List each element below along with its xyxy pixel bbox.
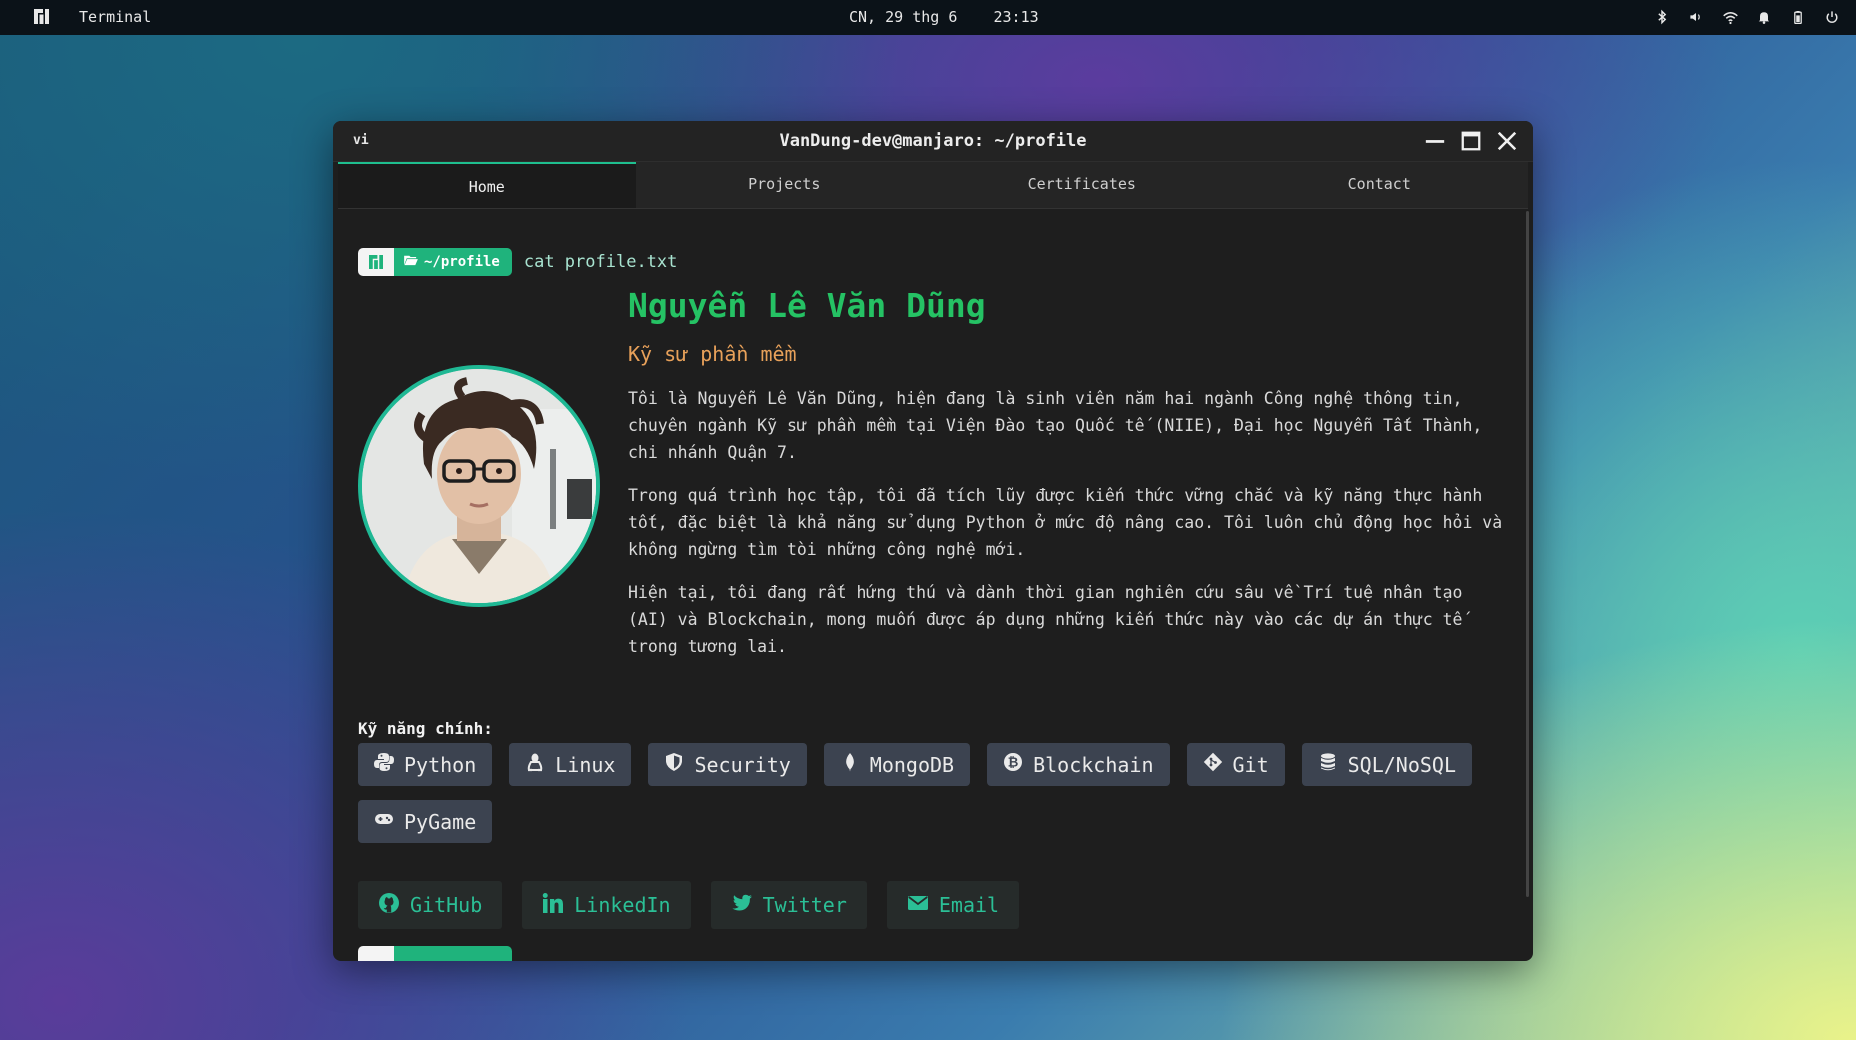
clock[interactable]: CN, 29 thg 6 23:13 (849, 8, 1039, 26)
linux-icon (525, 752, 545, 777)
prompt-logo-partial (358, 946, 394, 961)
volume-icon[interactable] (1686, 7, 1706, 27)
social-links: GitHub LinkedIn Twitter Email (358, 881, 1020, 929)
profile-name: Nguyễn Lê Văn Dũng (628, 286, 986, 325)
skill-chip-git[interactable]: Git (1186, 743, 1285, 786)
active-app-name[interactable]: Terminal (79, 8, 151, 26)
social-label: LinkedIn (574, 893, 671, 917)
bluetooth-icon[interactable] (1652, 7, 1672, 27)
linkedin-icon (542, 892, 564, 919)
manjaro-logo-icon[interactable] (34, 9, 49, 24)
skills-list: Python Linux Security MongoDB ₿ Blockcha… (358, 743, 1508, 843)
svg-text:₿: ₿ (1008, 756, 1019, 771)
profile-role: Kỹ sư phần mềm (628, 342, 797, 366)
prompt-path-text: ~/profile (424, 254, 500, 270)
tab-contact[interactable]: Contact (1231, 162, 1529, 208)
terminal-window: vi VanDung-dev@manjaro: ~/profile Home P… (333, 121, 1533, 961)
next-prompt-partial (358, 946, 512, 961)
git-icon (1203, 752, 1223, 777)
power-icon[interactable] (1822, 7, 1842, 27)
skill-label: PyGame (404, 809, 477, 834)
window-titlebar[interactable]: vi VanDung-dev@manjaro: ~/profile (333, 121, 1533, 162)
prompt-path-partial (394, 946, 512, 961)
system-tray (1652, 7, 1842, 27)
tab-certificates[interactable]: Certificates (933, 162, 1231, 208)
tab-bar: Home Projects Certificates Contact (338, 162, 1528, 209)
skill-chip-mongodb[interactable]: MongoDB (823, 743, 971, 786)
twitter-icon (731, 892, 753, 919)
skill-label: Security (694, 752, 791, 777)
profile-bio: Tôi là Nguyễn Lê Văn Dũng, hiện đang là … (628, 385, 1508, 676)
github-icon (378, 892, 400, 919)
prompt-path: ~/profile (394, 248, 512, 276)
social-label: Email (938, 893, 1000, 917)
skill-label: Blockchain (1033, 752, 1154, 777)
social-label: Twitter (762, 893, 847, 917)
linkedin-link[interactable]: LinkedIn (522, 881, 691, 929)
skill-chip-blockchain[interactable]: ₿ Blockchain (987, 743, 1170, 786)
maximize-icon[interactable] (1459, 129, 1483, 153)
prompt-command: cat profile.txt (523, 252, 678, 272)
envelope-icon (907, 892, 929, 919)
skill-label: Python (404, 752, 477, 777)
database-icon (1318, 752, 1338, 777)
skill-label: Git (1232, 752, 1269, 777)
battery-icon[interactable] (1788, 7, 1808, 27)
email-link[interactable]: Email (886, 881, 1020, 929)
skills-heading: Kỹ năng chính: (358, 719, 493, 738)
skill-chip-sql[interactable]: SQL/NoSQL (1301, 743, 1473, 786)
skill-label: MongoDB (869, 752, 955, 777)
twitter-link[interactable]: Twitter (710, 881, 867, 929)
shield-icon (664, 752, 684, 777)
profile-avatar (358, 365, 600, 607)
skill-label: Linux (555, 752, 616, 777)
skill-chip-security[interactable]: Security (648, 743, 807, 786)
bitcoin-icon: ₿ (1003, 752, 1023, 777)
folder-open-icon (404, 254, 418, 270)
manjaro-logo-icon (358, 248, 394, 276)
shell-prompt: ~/profile cat profile.txt (358, 248, 677, 276)
bio-paragraph: Hiện tại, tôi đang rất hứng thú và dành … (628, 583, 1463, 656)
bell-icon[interactable] (1754, 7, 1774, 27)
mongodb-icon (840, 752, 860, 777)
window-controls (1423, 129, 1519, 153)
python-icon (374, 752, 394, 777)
social-label: GitHub (410, 893, 483, 917)
skill-chip-linux[interactable]: Linux (509, 743, 632, 786)
terminal-content: ~/profile cat profile.txt Nguyễn Lê Văn … (333, 208, 1528, 961)
skill-label: SQL/NoSQL (1347, 752, 1457, 777)
bio-paragraph: Trong quá trình học tập, tôi đã tích lũy… (628, 486, 1503, 559)
tab-projects[interactable]: Projects (636, 162, 934, 208)
top-panel: Terminal CN, 29 thg 6 23:13 (0, 0, 1856, 35)
tab-home[interactable]: Home (338, 162, 636, 208)
close-icon[interactable] (1495, 129, 1519, 153)
window-title: VanDung-dev@manjaro: ~/profile (779, 131, 1087, 151)
bio-paragraph: Tôi là Nguyễn Lê Văn Dũng, hiện đang là … (628, 389, 1483, 462)
gamepad-icon (374, 809, 394, 834)
github-link[interactable]: GitHub (358, 881, 503, 929)
skill-chip-pygame[interactable]: PyGame (358, 800, 493, 843)
wifi-icon[interactable] (1720, 7, 1740, 27)
minimize-icon[interactable] (1423, 129, 1447, 153)
skill-chip-python[interactable]: Python (358, 743, 493, 786)
